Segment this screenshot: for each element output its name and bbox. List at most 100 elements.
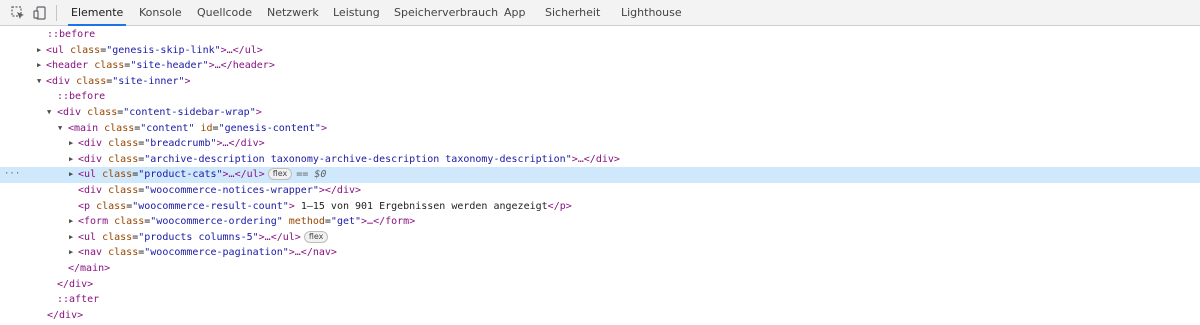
attr-value: "woocommerce-ordering" bbox=[150, 216, 283, 228]
tab-konsole[interactable]: Konsole bbox=[139, 0, 182, 26]
flex-badge[interactable]: flex bbox=[267, 168, 293, 181]
tag-close: > bbox=[184, 75, 191, 87]
dom-node[interactable]: ▼ <div class="site-inner"> bbox=[0, 74, 1200, 90]
expand-triangle-icon[interactable]: ▶ bbox=[69, 167, 73, 183]
tag-close: >…</ul> bbox=[220, 44, 263, 56]
attr-value: "genesis-content" bbox=[218, 122, 321, 134]
node-markup: </div> bbox=[47, 308, 83, 324]
dom-node[interactable]: ▶ <div class="archive-description taxonom… bbox=[0, 152, 1200, 168]
attr-name: class bbox=[94, 60, 125, 72]
tag-close: > bbox=[320, 122, 327, 134]
node-markup: ::after bbox=[57, 292, 99, 308]
attr-name: class bbox=[87, 107, 118, 118]
dom-node[interactable]: ▶ <form class="woocommerce-ordering" meth… bbox=[0, 214, 1200, 230]
expand-triangle-icon[interactable]: ▶ bbox=[69, 230, 73, 246]
pseudo-element: ::before bbox=[47, 29, 96, 40]
expand-triangle-icon[interactable]: ▶ bbox=[37, 58, 41, 74]
attr-value: "product-cats" bbox=[138, 169, 223, 181]
node-markup: <ul class="product-cats">…</ul> flex == $0 bbox=[78, 168, 327, 181]
tag-close: >…</div> bbox=[216, 138, 265, 150]
tag-open: <div bbox=[57, 107, 82, 118]
toolbar-separator bbox=[56, 5, 57, 21]
tab-quellcode[interactable]: Quellcode bbox=[197, 0, 252, 26]
collapse-triangle-icon[interactable]: ▼ bbox=[47, 105, 51, 121]
node-markup: <div class="breadcrumb">…</div> bbox=[78, 138, 265, 150]
tab-elemente[interactable]: Elemente bbox=[68, 0, 127, 26]
pseudo-element: ::after bbox=[57, 294, 100, 306]
attr-value: "woocommerce-notices-wrapper" bbox=[144, 185, 319, 196]
collapse-triangle-icon[interactable]: ▼ bbox=[37, 74, 41, 90]
tag-close: >…</ul> bbox=[222, 169, 265, 181]
dom-node-selected[interactable]: ··· ▶ <ul class="product-cats">…</ul> flex =… bbox=[0, 167, 1200, 183]
node-markup: <div class="content-sidebar-wrap"> bbox=[57, 107, 262, 118]
tag-close: >…</div> bbox=[571, 153, 620, 165]
tag-close: ></div> bbox=[318, 185, 362, 196]
attr-value: "site-header" bbox=[130, 60, 209, 72]
expand-triangle-icon[interactable]: ▶ bbox=[69, 245, 73, 261]
tag-open: <main bbox=[68, 122, 99, 134]
dom-node[interactable]: </main> bbox=[0, 261, 1200, 277]
attr-value: "woocommerce-result-count" bbox=[132, 200, 289, 212]
tag-close: >…</nav> bbox=[288, 247, 337, 259]
tag-open: <ul bbox=[78, 169, 97, 181]
tab-speicherverbrauch[interactable]: Speicherverbrauch bbox=[394, 0, 498, 26]
inspect-element-icon[interactable] bbox=[9, 4, 27, 22]
device-toolbar-icon[interactable] bbox=[31, 4, 49, 22]
closing-tag: </div> bbox=[57, 278, 94, 290]
attr-name: class bbox=[108, 247, 139, 259]
attr-name: class bbox=[108, 153, 139, 165]
attr-name: class bbox=[102, 231, 133, 243]
dom-node[interactable]: <p class="woocommerce-result-count"> 1–1… bbox=[0, 199, 1200, 215]
node-markup: </div> bbox=[57, 277, 93, 293]
dom-node[interactable]: ▶ <ul class="genesis-skip-link">…</ul> bbox=[0, 43, 1200, 59]
node-markup: <ul class="genesis-skip-link">…</ul> bbox=[46, 44, 263, 56]
tag-open: <ul bbox=[78, 231, 97, 243]
node-markup: <div class="woocommerce-notices-wrapper"… bbox=[78, 185, 362, 196]
expand-triangle-icon[interactable]: ▶ bbox=[37, 43, 41, 59]
tag-close: >…</form> bbox=[361, 216, 416, 228]
attr-name: class bbox=[108, 138, 139, 150]
attr-value: "products columns-5" bbox=[138, 231, 259, 243]
tab-leistung[interactable]: Leistung bbox=[333, 0, 380, 26]
tag-open: <div bbox=[78, 153, 103, 165]
tag-close: >…</header> bbox=[208, 60, 275, 72]
node-markup: </main> bbox=[68, 261, 110, 277]
tag-open: <div bbox=[78, 185, 103, 196]
dom-node[interactable]: ▶ <header class="site-header">…</header> bbox=[0, 58, 1200, 74]
dom-node[interactable]: ::before bbox=[0, 27, 1200, 43]
more-actions-icon[interactable]: ··· bbox=[4, 167, 20, 183]
dom-node[interactable]: </div> bbox=[0, 277, 1200, 293]
attr-name: class bbox=[114, 216, 145, 228]
dom-node[interactable]: ▶ <nav class="woocommerce-pagination">…</… bbox=[0, 245, 1200, 261]
tab-sicherheit[interactable]: Sicherheit bbox=[545, 0, 600, 26]
attr-name: class bbox=[70, 44, 101, 56]
node-markup: <div class="archive-description taxonomy… bbox=[78, 153, 620, 165]
tag-open: <p bbox=[78, 200, 91, 212]
dom-node[interactable]: </div> bbox=[0, 308, 1200, 324]
tag-close: > bbox=[255, 107, 262, 118]
expand-triangle-icon[interactable]: ▶ bbox=[69, 136, 73, 152]
dom-node[interactable]: ▼ <main class="content" id="genesis-conte… bbox=[0, 121, 1200, 137]
dom-node[interactable]: ::before bbox=[0, 89, 1200, 105]
closing-tag: </main> bbox=[68, 263, 111, 274]
tab-netzwerk[interactable]: Netzwerk bbox=[267, 0, 319, 26]
attr-value: "genesis-skip-link" bbox=[106, 44, 221, 56]
node-markup: <p class="woocommerce-result-count"> 1–1… bbox=[78, 200, 572, 212]
attr-name: class bbox=[96, 200, 127, 212]
dom-node[interactable]: ▶ <div class="breadcrumb">…</div> bbox=[0, 136, 1200, 152]
expand-triangle-icon[interactable]: ▶ bbox=[69, 214, 73, 230]
flex-badge[interactable]: flex bbox=[303, 230, 329, 243]
dom-node[interactable]: ▶ <ul class="products columns-5">…</ul> fl… bbox=[0, 230, 1200, 246]
attr-name: class bbox=[102, 169, 133, 181]
collapse-triangle-icon[interactable]: ▼ bbox=[58, 121, 62, 137]
expand-triangle-icon[interactable]: ▶ bbox=[69, 152, 73, 168]
console-ref-eq: == bbox=[296, 169, 309, 181]
tag-open: <ul bbox=[46, 44, 65, 56]
dom-node[interactable]: <div class="woocommerce-notices-wrapper"… bbox=[0, 183, 1200, 199]
dom-node[interactable]: ::after bbox=[0, 292, 1200, 308]
tab-lighthouse[interactable]: Lighthouse bbox=[621, 0, 682, 26]
dom-node[interactable]: ▼ <div class="content-sidebar-wrap"> bbox=[0, 105, 1200, 121]
tag-open: <nav bbox=[78, 247, 103, 259]
tab-app[interactable]: App bbox=[504, 0, 526, 26]
attr-name: class bbox=[108, 185, 139, 196]
